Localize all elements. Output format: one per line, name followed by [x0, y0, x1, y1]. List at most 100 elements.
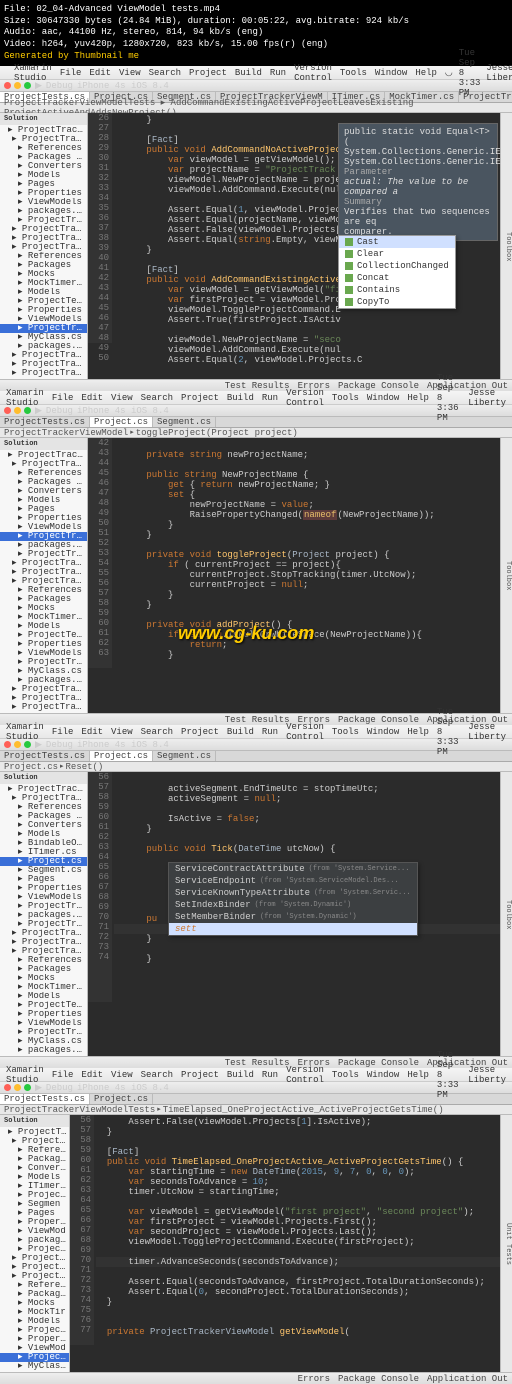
tree-item[interactable]: ▸ Properties: [0, 306, 87, 315]
tree-item[interactable]: ▸ ProjectTracker: [0, 794, 87, 803]
completion-popup[interactable]: Cast Clear CollectionChanged Concat Cont…: [338, 235, 456, 309]
minimize-window[interactable]: [14, 82, 21, 89]
completion-item[interactable]: ServiceKnownTypeAttribute (from 'System.…: [169, 887, 417, 899]
tree-item[interactable]: ▸ ProjectTr: [0, 1245, 69, 1254]
menu-edit[interactable]: Edit: [89, 68, 111, 78]
tree-item[interactable]: ▸ Propertie: [0, 1335, 69, 1344]
tree-item[interactable]: ▸ Propertie: [0, 1218, 69, 1227]
menu-tools[interactable]: Tools: [340, 68, 367, 78]
tree-item[interactable]: ▸ Packages: [0, 261, 87, 270]
tree-item[interactable]: ▸ ProjectTrac: [0, 1254, 69, 1263]
tree-item[interactable]: ▸ Converter: [0, 1164, 69, 1173]
tree-item[interactable]: ▸ MyClass.cs: [0, 1037, 87, 1046]
tree-item[interactable]: ▸ ProjectTracker.Tests.IC: [0, 369, 87, 378]
tree-item[interactable]: ▸ ProjectTests.cs: [0, 631, 87, 640]
app-name[interactable]: Xamarin Studio: [14, 63, 52, 83]
tree-item[interactable]: ▸ ProjectTracker.cs: [0, 550, 87, 559]
menu-vc[interactable]: Version Control: [294, 63, 332, 83]
tree-item[interactable]: ▸ ProjectTracker: [0, 785, 87, 794]
tree-item[interactable]: ▸ Segment.cs: [0, 866, 87, 875]
tree-item[interactable]: ▸ Packages: [0, 1290, 69, 1299]
tree-item[interactable]: ▸ ProjectTracker.Tests: [0, 947, 87, 956]
tree-item[interactable]: ▸ ViewModels: [0, 523, 87, 532]
menu-file[interactable]: File: [60, 68, 82, 78]
wifi-icon[interactable]: ◡: [445, 68, 453, 78]
tree-item[interactable]: ▸ Pages: [0, 1209, 69, 1218]
tree-item[interactable]: ▸ ProjectTrackerViewM: [0, 902, 87, 911]
tree-item[interactable]: ▸ ProjectTracker.Droid: [0, 559, 87, 568]
tree-item[interactable]: ▸ ProjectTracker.Tests.Droi: [0, 351, 87, 360]
tree-item[interactable]: ▸ ViewModels: [0, 198, 87, 207]
tree-item[interactable]: ▸ Models: [0, 830, 87, 839]
completion-item[interactable]: CollectionChanged: [339, 260, 455, 272]
tree-item[interactable]: ▸ References: [0, 144, 87, 153]
close-window[interactable]: [4, 82, 11, 89]
completion-item[interactable]: Clear: [339, 248, 455, 260]
menu-help[interactable]: Help: [415, 68, 437, 78]
tree-item[interactable]: ▸ Reference: [0, 1281, 69, 1290]
tree-item[interactable]: ▸ Pages: [0, 875, 87, 884]
tree-item[interactable]: ▸ ProjectTracker: [0, 1128, 69, 1137]
tree-item[interactable]: ▸ ProjectTrackerViewM: [0, 532, 87, 541]
menu-search[interactable]: Search: [149, 68, 181, 78]
tree-item[interactable]: ▸ MockTimer.cs: [0, 613, 87, 622]
tree-item[interactable]: ▸ ProjectTracker.iOS: [0, 234, 87, 243]
menu-build[interactable]: Build: [235, 68, 262, 78]
tree-item[interactable]: ▸ Models: [0, 171, 87, 180]
tree-item[interactable]: ▸ References: [0, 586, 87, 595]
tree-item[interactable]: ▸ ProjectTracker.Tests.iOS: [0, 360, 87, 369]
tree-item[interactable]: ▸ Reference: [0, 1146, 69, 1155]
user[interactable]: Jesse Liberty: [486, 63, 512, 83]
tree-item[interactable]: ▸ ProjectTracker: [0, 126, 87, 135]
package-console[interactable]: Package Console: [338, 381, 419, 391]
tree-item[interactable]: ▸ ProjectTracker: [0, 135, 87, 144]
tree-item[interactable]: ▸ ITimer.c: [0, 1182, 69, 1191]
tree-item[interactable]: ▸ ProjectTrac: [0, 1263, 69, 1272]
tree-item[interactable]: ▸ ViewModels: [0, 1019, 87, 1028]
run-button[interactable]: ▶: [35, 81, 42, 91]
test-results[interactable]: Test Results: [225, 381, 290, 391]
app-name[interactable]: Xamarin Studio: [6, 388, 44, 408]
tree-item[interactable]: ▸ Models: [0, 1317, 69, 1326]
tree-item[interactable]: ▸ ProjectTracker.Tests.IC: [0, 694, 87, 703]
tree-item[interactable]: ▸ Packages (1 update): [0, 812, 87, 821]
tree-item[interactable]: ▸ Packages (1 update): [0, 478, 87, 487]
device-selector[interactable]: iPhone 4s iOS 8.4: [77, 81, 169, 91]
tree-item[interactable]: ▸ References: [0, 252, 87, 261]
tree-item[interactable]: ▸ Packages: [0, 1155, 69, 1164]
tree-item[interactable]: ▸ ProjectTracker.Tests.Dro: [0, 685, 87, 694]
tree-item[interactable]: ▸ ProjectTests.cs: [0, 1001, 87, 1010]
code-editor[interactable]: 2627282930313233343536373839404142434445…: [88, 113, 500, 343]
tree-item[interactable]: ▸ ProjectTracker.Tests: [0, 243, 87, 252]
tree-item[interactable]: ▸ MockTimer.cs: [0, 983, 87, 992]
tree-item[interactable]: ▸ Pages: [0, 505, 87, 514]
tree-item[interactable]: ▸ ProjectT: [0, 1353, 69, 1362]
tree-item[interactable]: ▸ ProjectTracker.iOS: [0, 938, 87, 947]
tree-item[interactable]: ▸ Converters: [0, 162, 87, 171]
tree-item[interactable]: ▸ Pages: [0, 180, 87, 189]
menu-view[interactable]: View: [119, 68, 141, 78]
toolbox-panel[interactable]: Toolbox: [500, 113, 512, 379]
completion-item[interactable]: ServiceEndpoint (from 'System.ServiceMod…: [169, 875, 417, 887]
completion-item[interactable]: SetMemberBinder (from 'System.Dynamic'): [169, 911, 417, 923]
tree-item[interactable]: ▸ MockTimer.cs: [0, 279, 87, 288]
tree-item[interactable]: ▸ packages.config: [0, 342, 87, 351]
code-editor[interactable]: 5657585960616263646566676869707172737475…: [70, 1115, 500, 1345]
tree-item[interactable]: ▸ ProjectTrackerViewM: [0, 1028, 87, 1037]
tree-item[interactable]: ▸ Properties: [0, 514, 87, 523]
tree-item[interactable]: ▸ Properties: [0, 884, 87, 893]
tree-item[interactable]: ▸ Converters: [0, 821, 87, 830]
completion-item[interactable]: sett: [169, 923, 417, 935]
tree-item[interactable]: ▸ packages.config: [0, 911, 87, 920]
tree-item[interactable]: ▸ Models: [0, 992, 87, 1001]
tree-item[interactable]: ▸ References: [0, 956, 87, 965]
tree-item[interactable]: ▸ packages: [0, 1236, 69, 1245]
tree-item[interactable]: ▸ packages.config: [0, 1046, 87, 1055]
tree-item[interactable]: ▸ ProjectTrackerViewM: [0, 324, 87, 333]
tree-item[interactable]: ▸ Properties: [0, 640, 87, 649]
tree-item[interactable]: ▸ ProjectTracker.Tests.iOS: [0, 703, 87, 712]
tree-item[interactable]: ▸ ViewMod: [0, 1344, 69, 1353]
tree-item[interactable]: ▸ Packages: [0, 965, 87, 974]
tree-item[interactable]: ▸ ProjectT: [0, 1326, 69, 1335]
tree-item[interactable]: ▸ MockTir: [0, 1308, 69, 1317]
